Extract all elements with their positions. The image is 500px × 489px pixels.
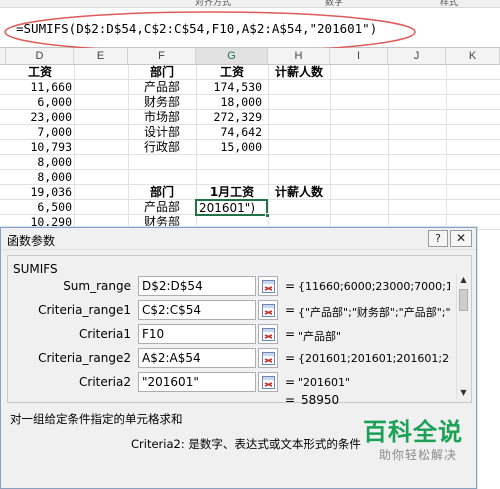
- cell-g[interactable]: 174,530: [196, 80, 262, 95]
- table-row: 工资 部门 工资 计薪人数: [0, 65, 500, 80]
- close-button[interactable]: ✕: [450, 230, 472, 247]
- collapse-dialog-button[interactable]: [258, 348, 278, 368]
- table-row: 11,660 产品部 174,530: [0, 80, 500, 95]
- column-header-k[interactable]: K: [446, 48, 500, 65]
- result-equals-sign: =: [285, 393, 296, 407]
- cell-f[interactable]: 设计部: [128, 125, 196, 140]
- collapse-dialog-button[interactable]: [258, 300, 278, 320]
- cell-f[interactable]: 产品部: [128, 200, 196, 215]
- column-header-e[interactable]: E: [74, 48, 128, 65]
- cell-f[interactable]: 财务部: [128, 95, 196, 110]
- watermark-subtitle: 助你轻松解决: [379, 448, 458, 462]
- cell-g[interactable]: 74,642: [196, 125, 262, 140]
- column-header-f[interactable]: F: [128, 48, 196, 65]
- cell-f[interactable]: 部门: [128, 65, 196, 80]
- arg-input-sum-range[interactable]: D$2:D$54: [138, 276, 256, 296]
- range-select-icon: [262, 280, 275, 293]
- table-row: 10,793 行政部 15,000: [0, 140, 500, 155]
- arguments-scrollbar[interactable]: ▲ ▼: [456, 274, 469, 399]
- arg-result-criteria1: "产品部": [298, 330, 342, 343]
- arg-label-criteria-range2: Criteria_range2: [38, 351, 131, 365]
- cell-d[interactable]: 8,000: [6, 170, 72, 185]
- cell-f[interactable]: 市场部: [128, 110, 196, 125]
- table-row: 6,000 财务部 18,000: [0, 95, 500, 110]
- cell-d[interactable]: 6,500: [6, 200, 72, 215]
- table-row: 19,036 部门 1月工资 计薪人数: [0, 185, 500, 200]
- fill-handle[interactable]: [265, 213, 270, 218]
- cell-f[interactable]: 行政部: [128, 140, 196, 155]
- formula-result: 58950: [301, 393, 340, 407]
- active-cell-text[interactable]: 201601"): [199, 201, 265, 216]
- cell-g[interactable]: 15,000: [196, 140, 262, 155]
- ribbon-group-number[interactable]: 数字: [325, 0, 343, 8]
- range-select-icon: [262, 328, 275, 341]
- arg-label-criteria2: Criteria2: [79, 375, 131, 389]
- cell-d[interactable]: 6,000: [6, 95, 72, 110]
- collapse-dialog-button[interactable]: [258, 276, 278, 296]
- arg-result-criteria2: "201601": [298, 376, 351, 389]
- cell-f[interactable]: 部门: [128, 185, 196, 200]
- equals-sign: =: [285, 327, 296, 341]
- scroll-down-icon[interactable]: ▼: [457, 387, 470, 399]
- equals-sign: =: [285, 375, 296, 389]
- arg-label-criteria-range1: Criteria_range1: [38, 303, 131, 317]
- table-row: 8,000: [0, 155, 500, 170]
- arg-result-criteria-range1: {"产品部";"财务部";"产品部";"市...: [298, 306, 450, 319]
- cell-d[interactable]: 10,793: [6, 140, 72, 155]
- column-header-d[interactable]: D: [6, 48, 74, 65]
- cell-f[interactable]: 产品部: [128, 80, 196, 95]
- table-row: 7,000 设计部 74,642: [0, 125, 500, 140]
- scroll-thumb[interactable]: [459, 289, 468, 311]
- watermark-title: 百科全说: [363, 418, 463, 446]
- dialog-title-bar[interactable]: 函数参数 ? ✕: [1, 228, 476, 250]
- collapse-dialog-button[interactable]: [258, 372, 278, 392]
- column-header-h[interactable]: H: [268, 48, 330, 65]
- cell-h[interactable]: 计薪人数: [268, 185, 330, 200]
- collapse-dialog-button[interactable]: [258, 324, 278, 344]
- table-row: 23,000 市场部 272,329: [0, 110, 500, 125]
- equals-sign: =: [285, 303, 296, 317]
- arg-input-criteria1[interactable]: F10: [138, 324, 256, 344]
- ribbon-group-alignment[interactable]: 对齐方式: [195, 0, 231, 8]
- column-header-i[interactable]: I: [330, 48, 388, 65]
- function-description: 对一组给定条件指定的单元格求和: [10, 412, 183, 426]
- range-select-icon: [262, 376, 275, 389]
- argument-description: Criteria2: 是数字、表达式或文本形式的条件，它: [131, 437, 361, 451]
- formula-bar[interactable]: =SUMIFS(D$2:D$54,C$2:C$54,F10,A$2:A$54,"…: [0, 8, 500, 53]
- table-row: 8,000: [0, 170, 500, 185]
- ribbon-group-styles[interactable]: 样式: [440, 0, 458, 8]
- ribbon-strip: 对齐方式 数字 样式: [0, 0, 500, 8]
- arg-result-sum-range: {11660;6000;23000;7000;1079...: [298, 280, 450, 293]
- cell-g[interactable]: 工资: [196, 65, 268, 80]
- dialog-title: 函数参数: [7, 234, 56, 248]
- arg-input-criteria-range1[interactable]: C$2:C$54: [138, 300, 256, 320]
- cell-h[interactable]: 计薪人数: [268, 65, 330, 80]
- cell-d[interactable]: 19,036: [6, 185, 72, 200]
- watermark-logo: 百科全说 助你轻松解决: [355, 412, 480, 470]
- help-button[interactable]: ?: [428, 230, 448, 247]
- range-select-icon: [262, 352, 275, 365]
- equals-sign: =: [285, 351, 296, 365]
- cell-g[interactable]: 1月工资: [196, 185, 268, 200]
- arg-input-criteria2[interactable]: "201601": [138, 372, 256, 392]
- cell-d[interactable]: 7,000: [6, 125, 72, 140]
- arg-label-sum-range: Sum_range: [63, 279, 131, 293]
- arg-result-criteria-range2: {201601;201601;201601;201601: [298, 352, 450, 365]
- cell-d[interactable]: 8,000: [6, 155, 72, 170]
- cell-g[interactable]: 18,000: [196, 95, 262, 110]
- column-header-g[interactable]: G: [196, 48, 268, 65]
- cell-d[interactable]: 23,000: [6, 110, 72, 125]
- arg-input-criteria-range2[interactable]: A$2:A$54: [138, 348, 256, 368]
- arg-label-criteria1: Criteria1: [79, 327, 131, 341]
- column-header-j[interactable]: J: [388, 48, 446, 65]
- cell-d[interactable]: 11,660: [6, 80, 72, 95]
- cell-d[interactable]: 工资: [6, 65, 74, 80]
- cell-g[interactable]: 272,329: [196, 110, 262, 125]
- active-cell[interactable]: 201601"): [195, 199, 270, 218]
- range-select-icon: [262, 304, 275, 317]
- equals-sign: =: [285, 279, 296, 293]
- function-name: SUMIFS: [13, 262, 58, 276]
- scroll-up-icon[interactable]: ▲: [457, 274, 470, 286]
